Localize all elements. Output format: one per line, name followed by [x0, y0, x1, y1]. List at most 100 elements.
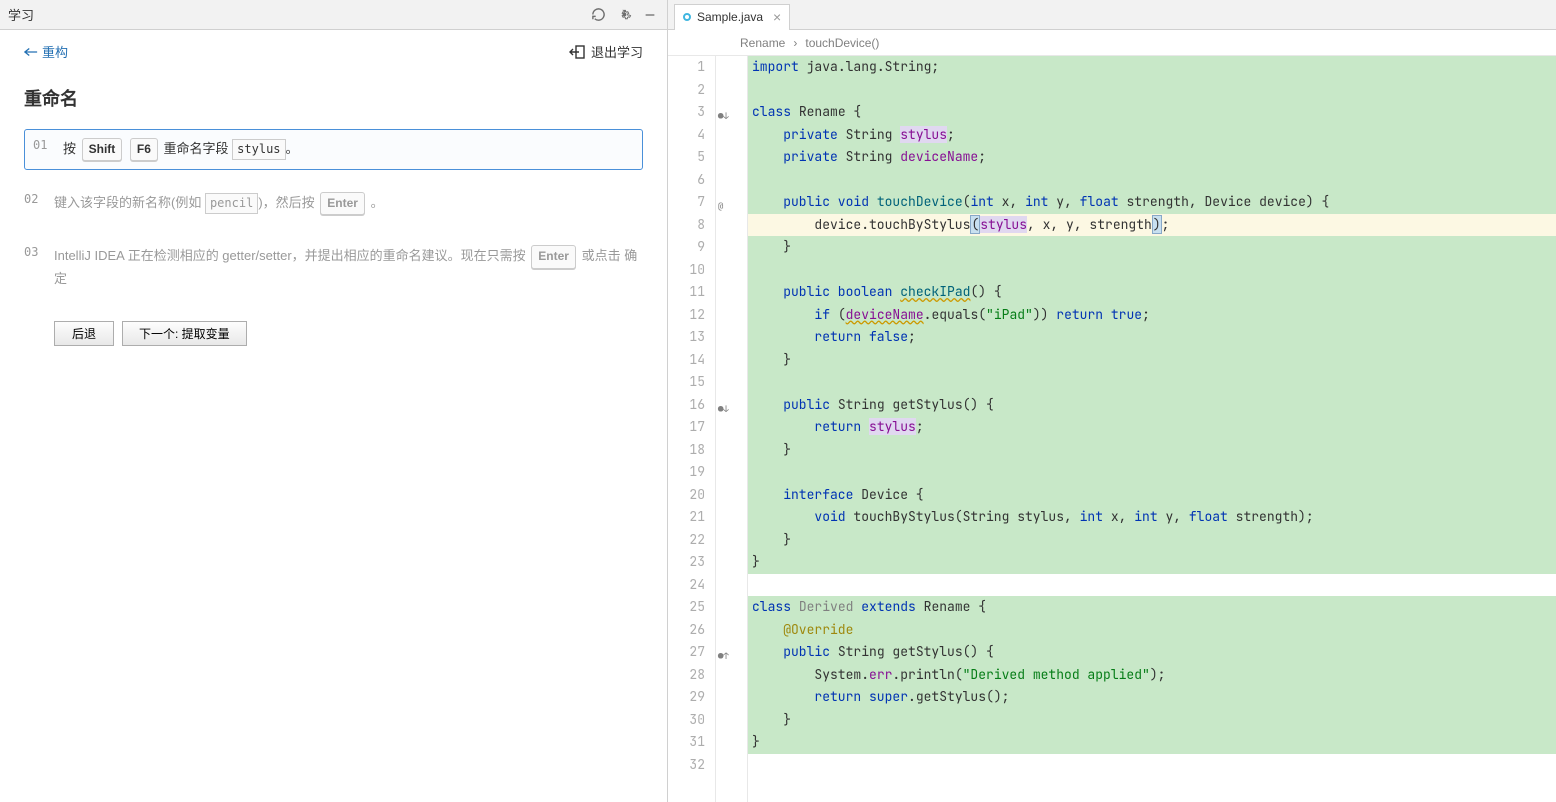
- code-line[interactable]: }: [748, 551, 1556, 574]
- code-line[interactable]: [748, 169, 1556, 192]
- line-number: 5: [668, 146, 705, 169]
- step-num: 03: [24, 245, 42, 259]
- code-line[interactable]: System.err.println("Derived method appli…: [748, 664, 1556, 687]
- gutter-marker-icon[interactable]: ●↑: [718, 645, 729, 668]
- code-snippet: pencil: [205, 193, 258, 214]
- line-number: 2: [668, 79, 705, 102]
- line-number: 4: [668, 124, 705, 147]
- code-line[interactable]: return super.getStylus();: [748, 686, 1556, 709]
- code-line[interactable]: return stylus;: [748, 416, 1556, 439]
- java-file-icon: [683, 13, 691, 21]
- learn-title: 学习: [8, 5, 34, 24]
- step-num: 01: [33, 138, 51, 152]
- code-line[interactable]: public void touchDevice(int x, int y, fl…: [748, 191, 1556, 214]
- code-line[interactable]: @Override: [748, 619, 1556, 642]
- step-num: 02: [24, 192, 42, 206]
- code-line[interactable]: private String deviceName;: [748, 146, 1556, 169]
- line-number: 9: [668, 236, 705, 259]
- gutter-marker-icon[interactable]: ●↓: [718, 105, 729, 128]
- code-line[interactable]: }: [748, 731, 1556, 754]
- line-number: 7: [668, 191, 705, 214]
- key-f6: F6: [130, 138, 158, 161]
- exit-label: 退出学习: [591, 42, 643, 61]
- line-number: 32: [668, 754, 705, 777]
- code-line[interactable]: if (deviceName.equals("iPad")) return tr…: [748, 304, 1556, 327]
- back-button[interactable]: 后退: [54, 321, 114, 346]
- code-editor[interactable]: 1234567891011121314151617181920212223242…: [668, 56, 1556, 802]
- code-area[interactable]: import java.lang.String; class Rename { p…: [748, 56, 1556, 802]
- line-number: 12: [668, 304, 705, 327]
- line-number: 22: [668, 529, 705, 552]
- line-number: 20: [668, 484, 705, 507]
- line-number: 18: [668, 439, 705, 462]
- line-number: 3: [668, 101, 705, 124]
- line-number: 25: [668, 596, 705, 619]
- line-number: 26: [668, 619, 705, 642]
- back-label: 重构: [42, 42, 68, 61]
- code-line[interactable]: device.touchByStylus(stylus, x, y, stren…: [748, 214, 1556, 237]
- code-line[interactable]: [748, 461, 1556, 484]
- key-shift: Shift: [82, 138, 123, 161]
- code-line[interactable]: class Rename {: [748, 101, 1556, 124]
- code-line[interactable]: [748, 754, 1556, 777]
- line-number: 16: [668, 394, 705, 417]
- line-number: 15: [668, 371, 705, 394]
- code-line[interactable]: }: [748, 236, 1556, 259]
- line-gutter: 1234567891011121314151617181920212223242…: [668, 56, 716, 802]
- line-number: 14: [668, 349, 705, 372]
- breadcrumb-class[interactable]: Rename: [740, 36, 785, 50]
- breadcrumb: Rename › touchDevice(): [668, 30, 1556, 56]
- code-line[interactable]: [748, 574, 1556, 597]
- gutter-marker-icon[interactable]: @: [718, 195, 723, 218]
- code-line[interactable]: }: [748, 349, 1556, 372]
- fold-column: [734, 56, 748, 802]
- code-line[interactable]: return false;: [748, 326, 1556, 349]
- line-number: 31: [668, 731, 705, 754]
- code-line[interactable]: interface Device {: [748, 484, 1556, 507]
- gutter-marker-icon[interactable]: ●↓: [718, 398, 729, 421]
- code-line[interactable]: public String getStylus() {: [748, 641, 1556, 664]
- line-number: 23: [668, 551, 705, 574]
- key-enter: Enter: [320, 192, 365, 215]
- line-number: 27: [668, 641, 705, 664]
- tab-bar: Sample.java ×: [668, 0, 1556, 30]
- line-number: 10: [668, 259, 705, 282]
- editor-tab[interactable]: Sample.java ×: [674, 4, 790, 30]
- step-2: 02 键入该字段的新名称(例如 pencil)，然后按 Enter 。: [24, 184, 643, 223]
- refresh-icon[interactable]: [589, 6, 607, 24]
- step-3: 03 IntelliJ IDEA 正在检测相应的 getter/setter，并…: [24, 237, 643, 297]
- code-line[interactable]: [748, 79, 1556, 102]
- code-line[interactable]: public String getStylus() {: [748, 394, 1556, 417]
- code-line[interactable]: private String stylus;: [748, 124, 1556, 147]
- learn-panel: 学习 重构 退出学习: [0, 0, 668, 802]
- learn-header: 学习: [0, 0, 667, 30]
- code-line[interactable]: [748, 259, 1556, 282]
- tab-filename: Sample.java: [697, 10, 763, 24]
- code-line[interactable]: }: [748, 709, 1556, 732]
- line-number: 28: [668, 664, 705, 687]
- lesson-title: 重命名: [24, 85, 643, 111]
- code-line[interactable]: import java.lang.String;: [748, 56, 1556, 79]
- code-line[interactable]: public boolean checkIPad() {: [748, 281, 1556, 304]
- exit-learn-button[interactable]: 退出学习: [569, 42, 643, 61]
- close-icon[interactable]: ×: [773, 9, 781, 25]
- learn-content: 重构 退出学习 重命名 01 按 Shift F6 重命名字段 stylus。 …: [0, 30, 667, 802]
- line-number: 24: [668, 574, 705, 597]
- minimize-icon[interactable]: [641, 6, 659, 24]
- line-number: 8: [668, 214, 705, 237]
- code-line[interactable]: class Derived extends Rename {: [748, 596, 1556, 619]
- step-1: 01 按 Shift F6 重命名字段 stylus。: [24, 129, 643, 170]
- line-number: 1: [668, 56, 705, 79]
- back-link[interactable]: 重构: [24, 42, 68, 61]
- marker-column: ●↓ @ ●↓ ●↑: [716, 56, 734, 802]
- code-snippet: stylus: [232, 139, 285, 160]
- code-line[interactable]: [748, 371, 1556, 394]
- breadcrumb-method[interactable]: touchDevice(): [805, 36, 879, 50]
- code-line[interactable]: }: [748, 439, 1556, 462]
- next-button[interactable]: 下一个: 提取变量: [122, 321, 247, 346]
- gear-icon[interactable]: [615, 6, 633, 24]
- code-line[interactable]: }: [748, 529, 1556, 552]
- code-line[interactable]: void touchByStylus(String stylus, int x,…: [748, 506, 1556, 529]
- line-number: 17: [668, 416, 705, 439]
- line-number: 19: [668, 461, 705, 484]
